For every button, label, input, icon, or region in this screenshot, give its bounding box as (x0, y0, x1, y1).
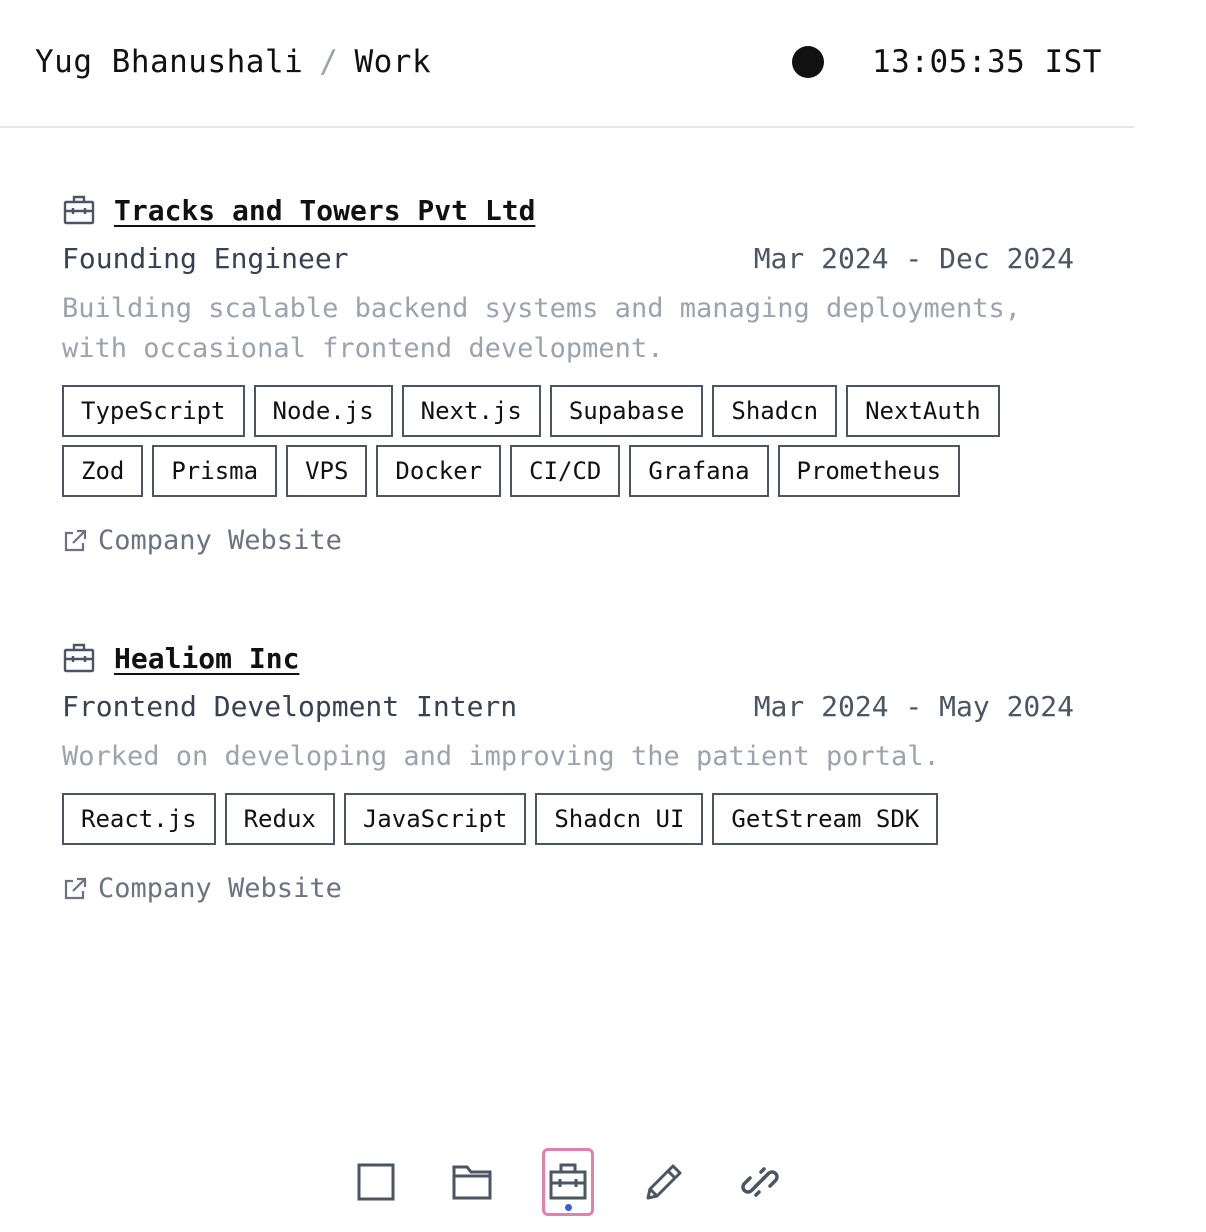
job-dates: Mar 2024 - Dec 2024 (753, 241, 1074, 275)
company-name-link[interactable]: Tracks and Towers Pvt Ltd (114, 194, 535, 227)
role-row: Founding Engineer Mar 2024 - Dec 2024 (62, 241, 1074, 275)
company-website-link[interactable]: Company Website (62, 873, 1074, 904)
breadcrumb-home[interactable]: Yug Bhanushali (35, 44, 303, 80)
company-website-link[interactable]: Company Website (62, 525, 1074, 556)
tech-tag: Supabase (549, 385, 704, 437)
breadcrumb: Yug Bhanushali / Work (35, 44, 431, 80)
breadcrumb-separator: / (319, 44, 339, 80)
dock-item-work[interactable] (542, 1148, 594, 1216)
tech-tag: CI/CD (510, 445, 621, 497)
tech-tag: Shadcn UI (535, 793, 704, 845)
job-description: Building scalable backend systems and ma… (62, 293, 1022, 364)
tech-tag: NextAuth (846, 385, 1000, 437)
active-indicator (564, 1204, 572, 1211)
link-icon (741, 1167, 779, 1197)
tech-tag: Grafana (629, 445, 769, 497)
external-link-icon (64, 877, 87, 899)
tech-tag: VPS (286, 445, 368, 497)
briefcase-icon (63, 195, 95, 225)
role-row: Frontend Development Intern Mar 2024 - M… (62, 689, 1074, 723)
work-entry: Tracks and Towers Pvt Ltd Founding Engin… (62, 193, 1074, 556)
work-entry: Healiom Inc Frontend Development Intern … (62, 641, 1074, 904)
company-website-label: Company Website (98, 873, 342, 904)
tech-tag: JavaScript (343, 793, 527, 845)
tech-tag-list: TypeScript Node.js Next.js Supabase Shad… (62, 385, 1074, 497)
breadcrumb-current: Work (354, 44, 432, 80)
tech-tag: React.js (62, 793, 216, 845)
tech-tag: GetStream SDK (712, 793, 939, 845)
tech-tag: Prometheus (777, 445, 961, 497)
tech-tag: Docker (376, 445, 502, 497)
dock-item-projects[interactable] (446, 1148, 498, 1216)
tech-tag: Zod (62, 445, 144, 497)
company-website-label: Company Website (98, 525, 342, 556)
pencil-icon (646, 1164, 682, 1200)
job-role: Frontend Development Intern (62, 689, 518, 723)
work-entry-header: Tracks and Towers Pvt Ltd (62, 193, 1074, 227)
dock-item-home[interactable] (350, 1148, 402, 1216)
bottom-dock (350, 1148, 790, 1222)
job-dates: Mar 2024 - May 2024 (753, 689, 1074, 723)
job-description: Worked on developing and improving the p… (62, 741, 940, 772)
folder-icon (452, 1165, 492, 1200)
briefcase-icon (63, 643, 95, 673)
external-link-icon (64, 529, 87, 551)
dock-item-blog[interactable] (638, 1148, 690, 1216)
tech-tag: Prisma (152, 445, 278, 497)
briefcase-icon (549, 1163, 587, 1200)
tech-tag: Redux (224, 793, 335, 845)
clock: 13:05:35 IST (872, 44, 1102, 80)
tech-tag: Next.js (401, 385, 541, 437)
tech-tag: Node.js (253, 385, 393, 437)
job-role: Founding Engineer (62, 241, 349, 275)
theme-toggle-dot[interactable] (792, 46, 824, 78)
tech-tag-list: React.js Redux JavaScript Shadcn UI GetS… (62, 793, 1074, 845)
company-name-link[interactable]: Healiom Inc (114, 642, 299, 675)
top-header: Yug Bhanushali / Work 13:05:35 IST (0, 0, 1134, 128)
square-icon (357, 1163, 395, 1201)
dock-item-links[interactable] (734, 1148, 786, 1216)
tech-tag: Shadcn (712, 385, 838, 437)
tech-tag: TypeScript (62, 385, 245, 437)
work-entry-header: Healiom Inc (62, 641, 1074, 675)
